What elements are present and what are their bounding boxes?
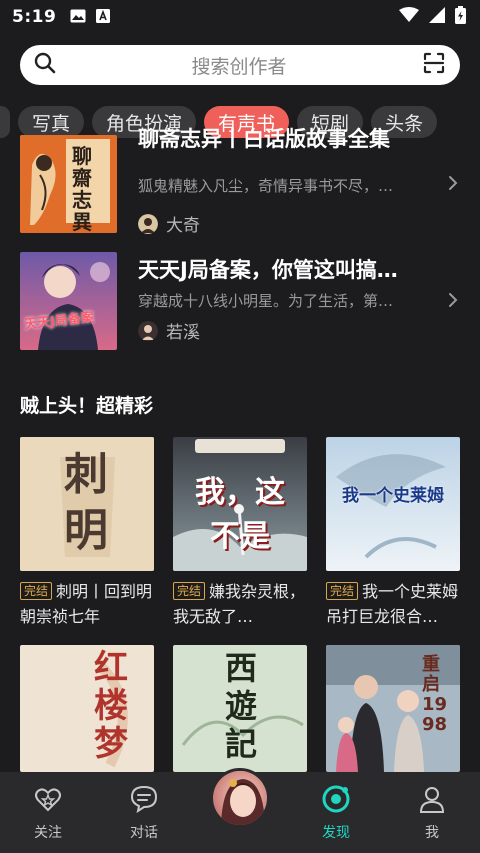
book-cover[interactable]: 我一个史莱姆 — [326, 437, 460, 571]
status-badge: 完结 — [326, 582, 359, 600]
cover-title: 我，这不是 — [195, 475, 285, 554]
cover-title: 重启1998 — [422, 654, 448, 735]
person-icon — [417, 787, 447, 818]
list-item[interactable]: 天天J局备案 天天J局备案，你管这叫搞… 穿越成十八线小明星。为了生活，第… 若… — [20, 252, 460, 350]
book-cover[interactable]: 我，这不是 — [173, 437, 307, 571]
cover-title: 西遊記 — [225, 649, 258, 763]
battery-icon — [455, 6, 466, 28]
a-box-icon — [96, 8, 111, 27]
discover-icon — [321, 785, 351, 818]
nav-follow[interactable]: 关注 — [18, 784, 78, 842]
nav-chat[interactable]: 对话 — [114, 784, 174, 842]
author-name: 大奇 — [166, 216, 200, 236]
book-card[interactable]: 我，这不是 完结 嫌我杂灵根，我无敌了… — [173, 437, 307, 629]
author[interactable]: 大奇 — [138, 211, 200, 236]
book-card[interactable]: 西遊記 — [173, 645, 307, 772]
status-badge: 完结 — [173, 582, 206, 600]
search-icon[interactable] — [34, 52, 56, 78]
chat-bubble-icon — [129, 785, 159, 818]
scan-icon[interactable] — [422, 51, 446, 79]
cover-title: 我一个史莱姆 — [342, 486, 444, 506]
chevron-right-icon[interactable] — [448, 292, 458, 312]
book-cover[interactable]: 聊齋志異 — [20, 135, 117, 233]
book-cover[interactable]: 西遊記 — [173, 645, 307, 772]
book-cover[interactable]: 重启1998 — [326, 645, 460, 772]
avatar — [138, 213, 158, 234]
cover-title: 刺明 — [64, 449, 108, 556]
author-name: 若溪 — [166, 323, 200, 343]
status-badge: 完结 — [20, 582, 53, 600]
book-caption: 完结 嫌我杂灵根，我无敌了… — [173, 579, 307, 629]
item-desc: 穿越成十八线小明星。为了生活，第… — [138, 292, 394, 310]
book-cover[interactable]: 刺明 — [20, 437, 154, 571]
book-cover[interactable]: 红楼梦 — [20, 645, 154, 772]
section-title: 贼上头！超精彩 — [20, 395, 154, 417]
item-desc: 狐鬼精魅入凡尘，奇情异事书不尽，… — [138, 177, 394, 195]
cover-title: 红楼梦 — [94, 648, 128, 764]
book-card[interactable]: 红楼梦 — [20, 645, 154, 772]
heart-star-icon — [33, 788, 63, 818]
list-item[interactable]: 聊齋志異 聊斋志异丨白话版故事全集 狐鬼精魅入凡尘，奇情异事书不尽，… 大奇 — [20, 127, 460, 236]
wifi-icon — [399, 7, 419, 27]
image-icon — [70, 8, 86, 27]
nav-label: 发现 — [322, 825, 350, 841]
item-title: 天天J局备案，你管这叫搞… — [138, 258, 398, 282]
avatar — [138, 320, 158, 341]
author[interactable]: 若溪 — [138, 318, 200, 343]
status-bar: 5:19 — [0, 0, 480, 34]
status-time: 5:19 — [12, 7, 57, 27]
book-card[interactable]: 我一个史莱姆 完结 我一个史莱姆吊打巨龙很合… — [326, 437, 460, 629]
signal-icon — [429, 7, 445, 27]
chevron-right-icon[interactable] — [448, 175, 458, 195]
nav-discover[interactable]: 发现 — [306, 784, 366, 842]
book-card[interactable]: 重启1998 — [326, 645, 460, 772]
center-avatar-button[interactable] — [210, 768, 270, 828]
book-card[interactable]: 刺明 完结 刺明丨回到明朝崇祯七年 — [20, 437, 154, 629]
book-caption: 完结 刺明丨回到明朝崇祯七年 — [20, 579, 154, 629]
tab-hidden[interactable] — [0, 106, 10, 138]
nav-label: 我 — [425, 825, 439, 841]
book-caption: 完结 我一个史莱姆吊打巨龙很合… — [326, 579, 460, 629]
bottom-nav: 关注 对话 发现 我 — [0, 768, 480, 853]
nav-me[interactable]: 我 — [402, 784, 462, 842]
nav-label: 关注 — [34, 825, 62, 841]
nav-label: 对话 — [130, 825, 158, 841]
tab-photo[interactable]: 写真 — [18, 106, 85, 138]
cover-title: 聊齋志異 — [72, 144, 92, 233]
book-cover[interactable]: 天天J局备案 — [20, 252, 117, 350]
search-bar[interactable]: 搜索创作者 — [20, 45, 460, 85]
item-title: 聊斋志异丨白话版故事全集 — [138, 127, 390, 151]
search-input[interactable]: 搜索创作者 — [56, 52, 422, 79]
